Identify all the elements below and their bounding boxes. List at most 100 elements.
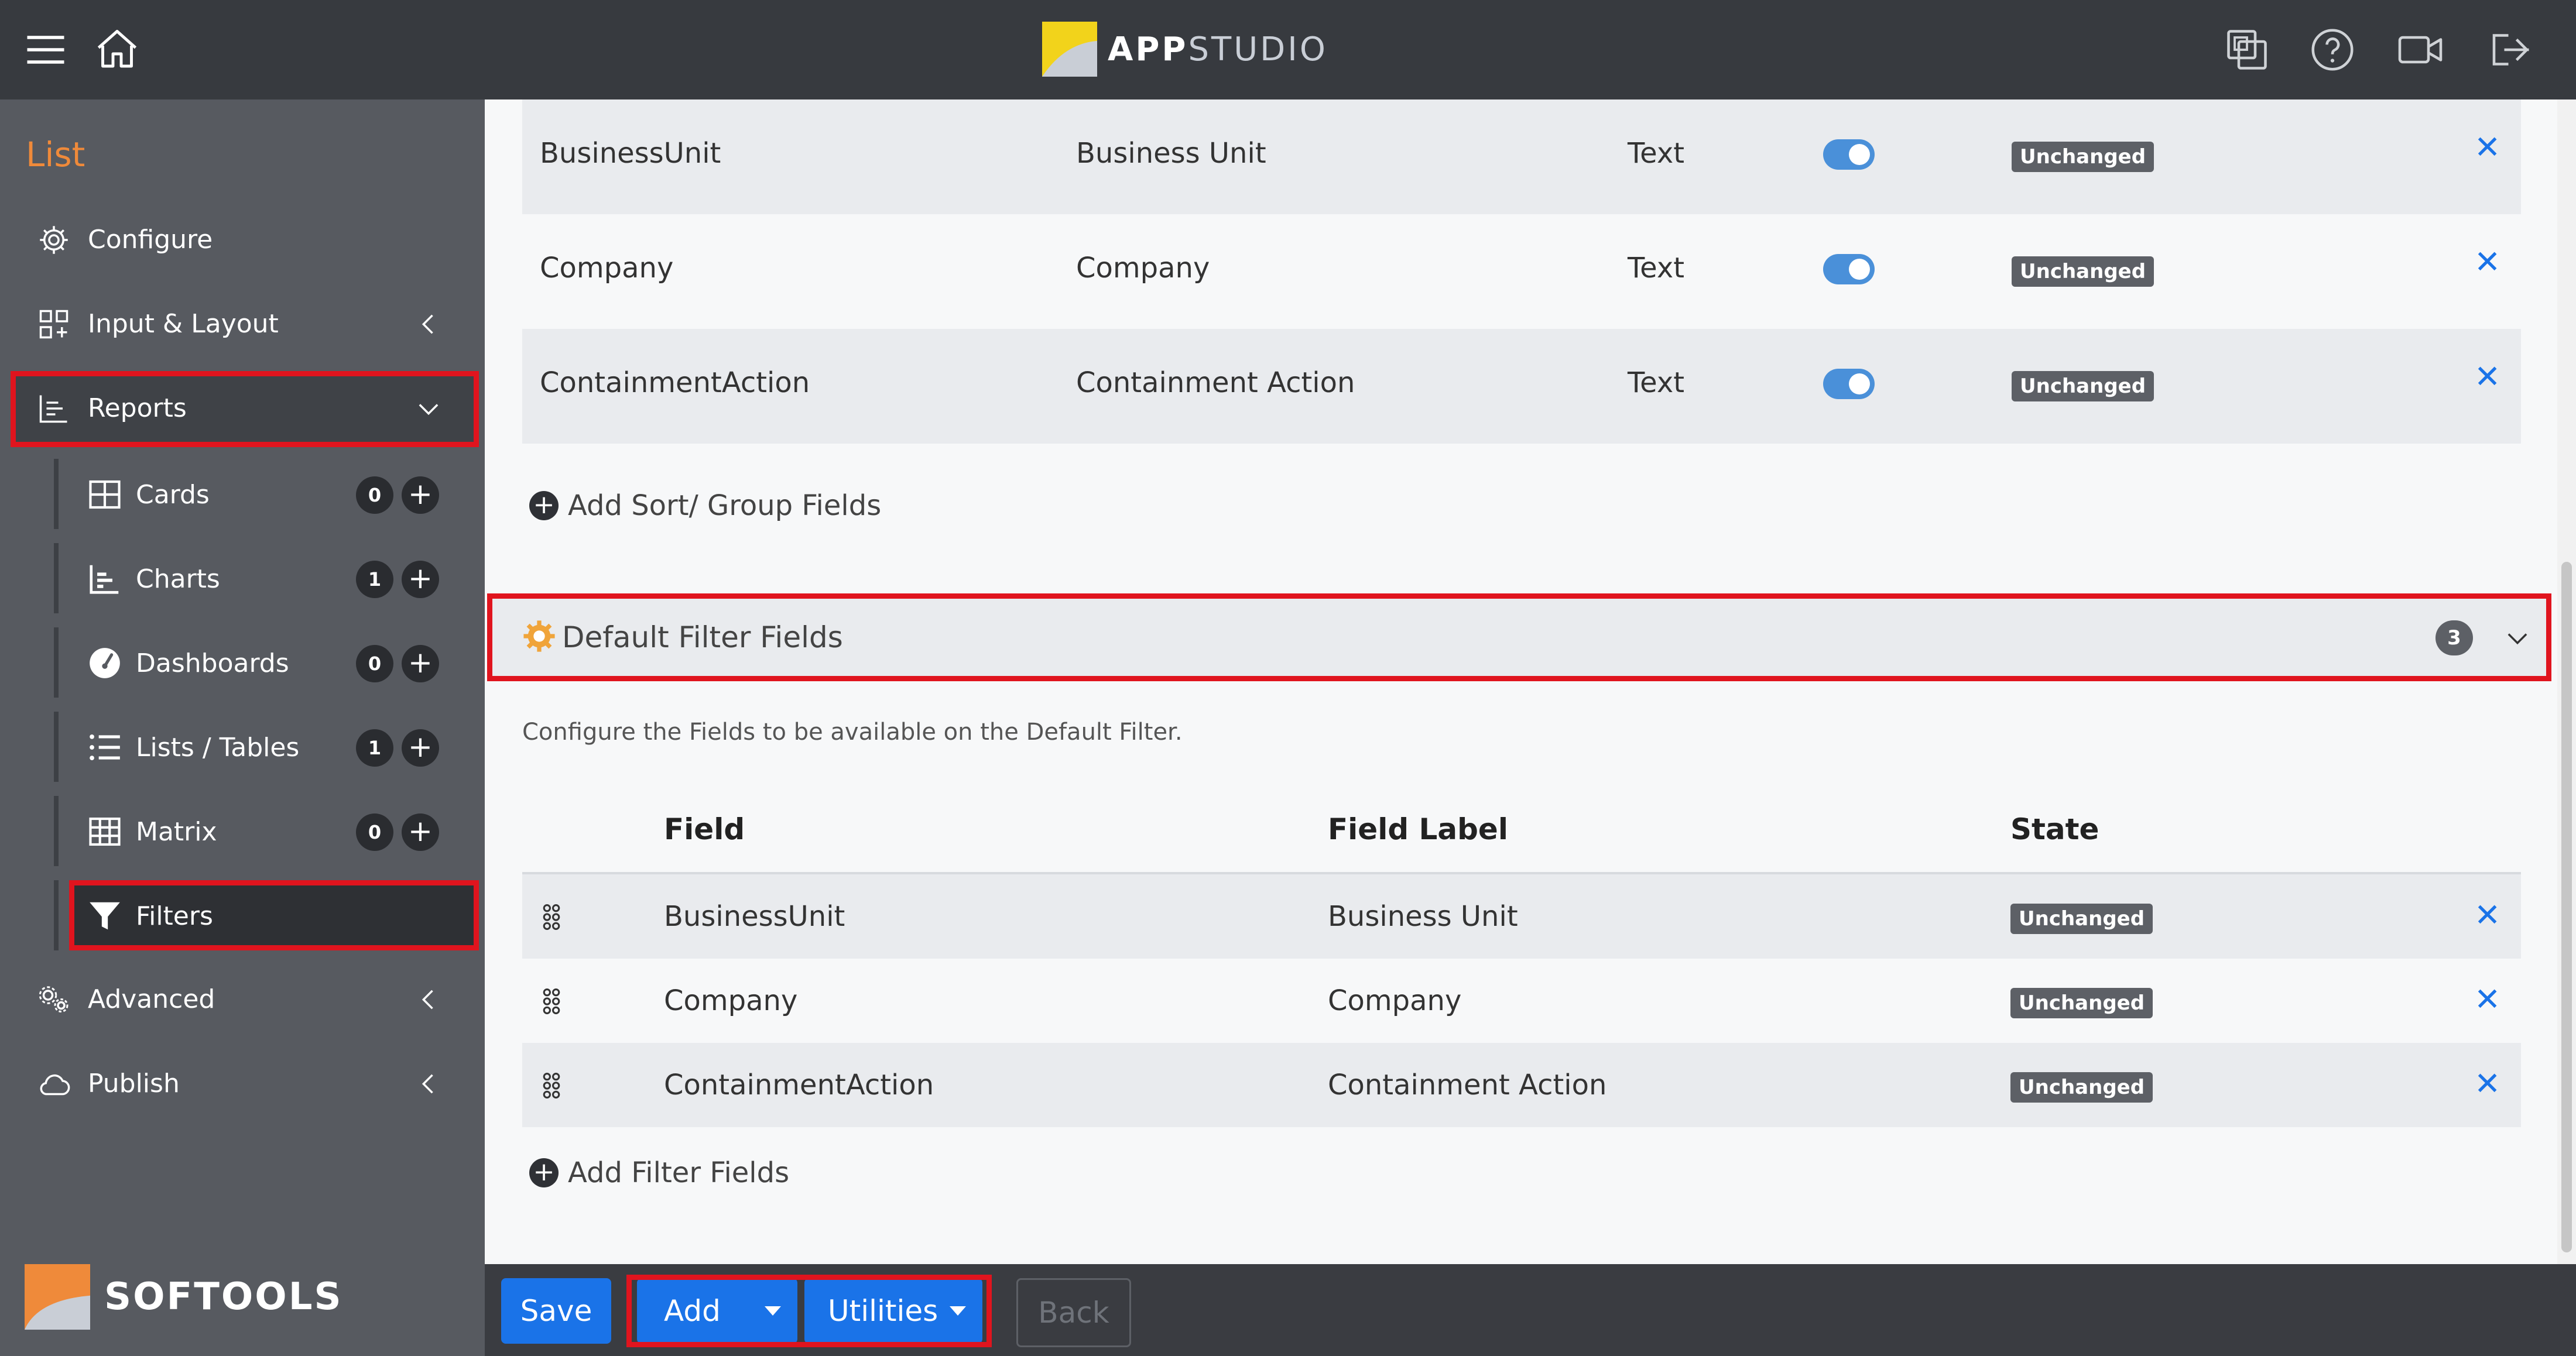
visible-toggle[interactable] [1823, 254, 1875, 284]
field-label: Business Unit [1328, 900, 1518, 933]
cards-icon [89, 480, 121, 509]
gears-icon [39, 986, 68, 1012]
sidebar-subitem-lists-tables[interactable]: Lists / Tables 1 + [0, 712, 485, 782]
sidebar-item-input-layout[interactable]: Input & Layout [0, 289, 485, 359]
sidebar-item-publish[interactable]: Publish [0, 1049, 485, 1119]
field-label: Containment Action [1076, 366, 1355, 399]
footer-toolbar: Save Add Utilities Back [485, 1264, 2576, 1356]
softools-logo-icon [25, 1264, 90, 1330]
count-badge: 1 [356, 729, 393, 767]
tree-line [54, 627, 59, 698]
field-label: Company [1328, 984, 1462, 1017]
count-badge: 1 [356, 561, 393, 598]
remove-field-button[interactable]: ✕ [2474, 129, 2500, 166]
utilities-button-label: Utilities [828, 1294, 938, 1328]
add-matrix-button[interactable]: + [402, 813, 439, 851]
back-button[interactable]: Back [1016, 1278, 1131, 1347]
gear-icon [523, 620, 555, 652]
count-badge: 0 [356, 645, 393, 682]
softools-logo: SOFTOOLS [25, 1264, 343, 1330]
video-icon[interactable] [2396, 25, 2445, 74]
visible-toggle[interactable] [1823, 369, 1875, 399]
add-list-table-button[interactable]: + [402, 729, 439, 767]
plus-circle-icon: + [529, 491, 559, 520]
tree-line [54, 459, 59, 529]
sidebar-item-advanced[interactable]: Advanced [0, 964, 485, 1035]
chevron-left-icon[interactable] [413, 984, 444, 1015]
add-dashboard-button[interactable]: + [402, 645, 439, 682]
sort-field-row: Company Company Text Unchanged ✕ [522, 214, 2521, 329]
field-label: Company [1076, 252, 1210, 284]
utilities-dropdown-button[interactable]: Utilities [804, 1278, 982, 1344]
caret-down-icon [950, 1306, 966, 1316]
gear-icon [40, 226, 68, 254]
status-badge: Unchanged [2010, 1072, 2153, 1103]
logout-icon[interactable] [2486, 25, 2535, 74]
sidebar-item-label: Reports [88, 393, 187, 423]
sidebar-subitem-dashboards[interactable]: Dashboards 0 + [0, 627, 485, 698]
appstudio-logo-icon [1042, 22, 1097, 77]
field-type: Text [1628, 137, 1685, 170]
gauge-icon [90, 648, 120, 678]
remove-field-button[interactable]: ✕ [2474, 358, 2500, 395]
field-label: Business Unit [1076, 137, 1266, 170]
add-sort-group-fields-link[interactable]: + Add Sort/ Group Fields [529, 489, 881, 522]
chevron-left-icon[interactable] [413, 1069, 444, 1099]
remove-filter-field-button[interactable]: ✕ [2474, 1065, 2500, 1102]
remove-filter-field-button[interactable]: ✕ [2474, 897, 2500, 933]
help-icon[interactable] [2308, 25, 2357, 74]
chevron-down-icon[interactable] [413, 393, 444, 424]
save-button[interactable]: Save [501, 1278, 611, 1344]
sidebar-item-reports[interactable]: Reports [11, 371, 479, 447]
add-filter-fields-link[interactable]: + Add Filter Fields [529, 1156, 789, 1189]
scrollbar-thumb[interactable] [2561, 562, 2572, 1252]
default-filter-fields-header[interactable]: Default Filter Fields 3 [487, 593, 2551, 681]
home-icon[interactable] [93, 25, 142, 74]
column-header-state: State [2010, 812, 2099, 846]
sidebar-subitem-label: Cards [136, 480, 210, 510]
list-icon [90, 734, 120, 760]
sidebar-subitem-matrix[interactable]: Matrix 0 + [0, 796, 485, 866]
plus-circle-icon: + [529, 1158, 559, 1187]
add-dropdown-button[interactable]: Add [637, 1278, 797, 1344]
drag-handle-icon[interactable] [541, 988, 562, 1015]
visible-toggle[interactable] [1823, 139, 1875, 170]
sidebar-subitem-charts[interactable]: Charts 1 + [0, 543, 485, 613]
field-name: BusinessUnit [540, 137, 721, 170]
sidebar-item-label: Advanced [88, 984, 215, 1014]
field-type: Text [1628, 366, 1685, 399]
sidebar-subitem-label: Matrix [136, 817, 217, 847]
chevron-down-icon[interactable] [2502, 623, 2533, 653]
add-card-button[interactable]: + [402, 476, 439, 514]
softools-logo-text: SOFTOOLS [104, 1275, 343, 1319]
sidebar-subitem-label: Charts [136, 564, 220, 594]
sidebar-item-configure[interactable]: Configure [0, 205, 485, 275]
sidebar-item-label: Input & Layout [88, 309, 279, 339]
layout-icon [39, 310, 68, 339]
main-content: BusinessUnit Business Unit Text Unchange… [485, 99, 2557, 1264]
menu-icon[interactable] [21, 25, 70, 74]
field-name: ContainmentAction [664, 1069, 934, 1101]
tree-line [54, 712, 59, 782]
cloud-icon [40, 1074, 70, 1096]
section-title: Default Filter Fields [562, 620, 843, 654]
filter-field-row: BusinessUnit Business Unit Unchanged ✕ [522, 874, 2521, 959]
sidebar-item-label: Configure [88, 225, 213, 255]
count-badge: 0 [356, 813, 393, 851]
vertical-scrollbar[interactable] [2557, 99, 2576, 1264]
chevron-left-icon[interactable] [413, 309, 444, 339]
add-chart-button[interactable]: + [402, 561, 439, 598]
sidebar-subitem-cards[interactable]: Cards 0 + [0, 459, 485, 529]
status-badge: Unchanged [2010, 988, 2153, 1018]
status-badge: Unchanged [2012, 371, 2154, 401]
drag-handle-icon[interactable] [541, 904, 562, 931]
grid-icon [89, 817, 121, 846]
status-badge: Unchanged [2010, 904, 2153, 934]
copy-icon[interactable] [2222, 25, 2272, 74]
drag-handle-icon[interactable] [541, 1072, 562, 1099]
add-sort-group-fields-label: Add Sort/ Group Fields [568, 489, 882, 522]
sidebar-subitem-filters[interactable]: Filters [69, 880, 479, 950]
remove-filter-field-button[interactable]: ✕ [2474, 981, 2500, 1018]
filter-field-row: ContainmentAction Containment Action Unc… [522, 1043, 2521, 1127]
remove-field-button[interactable]: ✕ [2474, 243, 2500, 280]
